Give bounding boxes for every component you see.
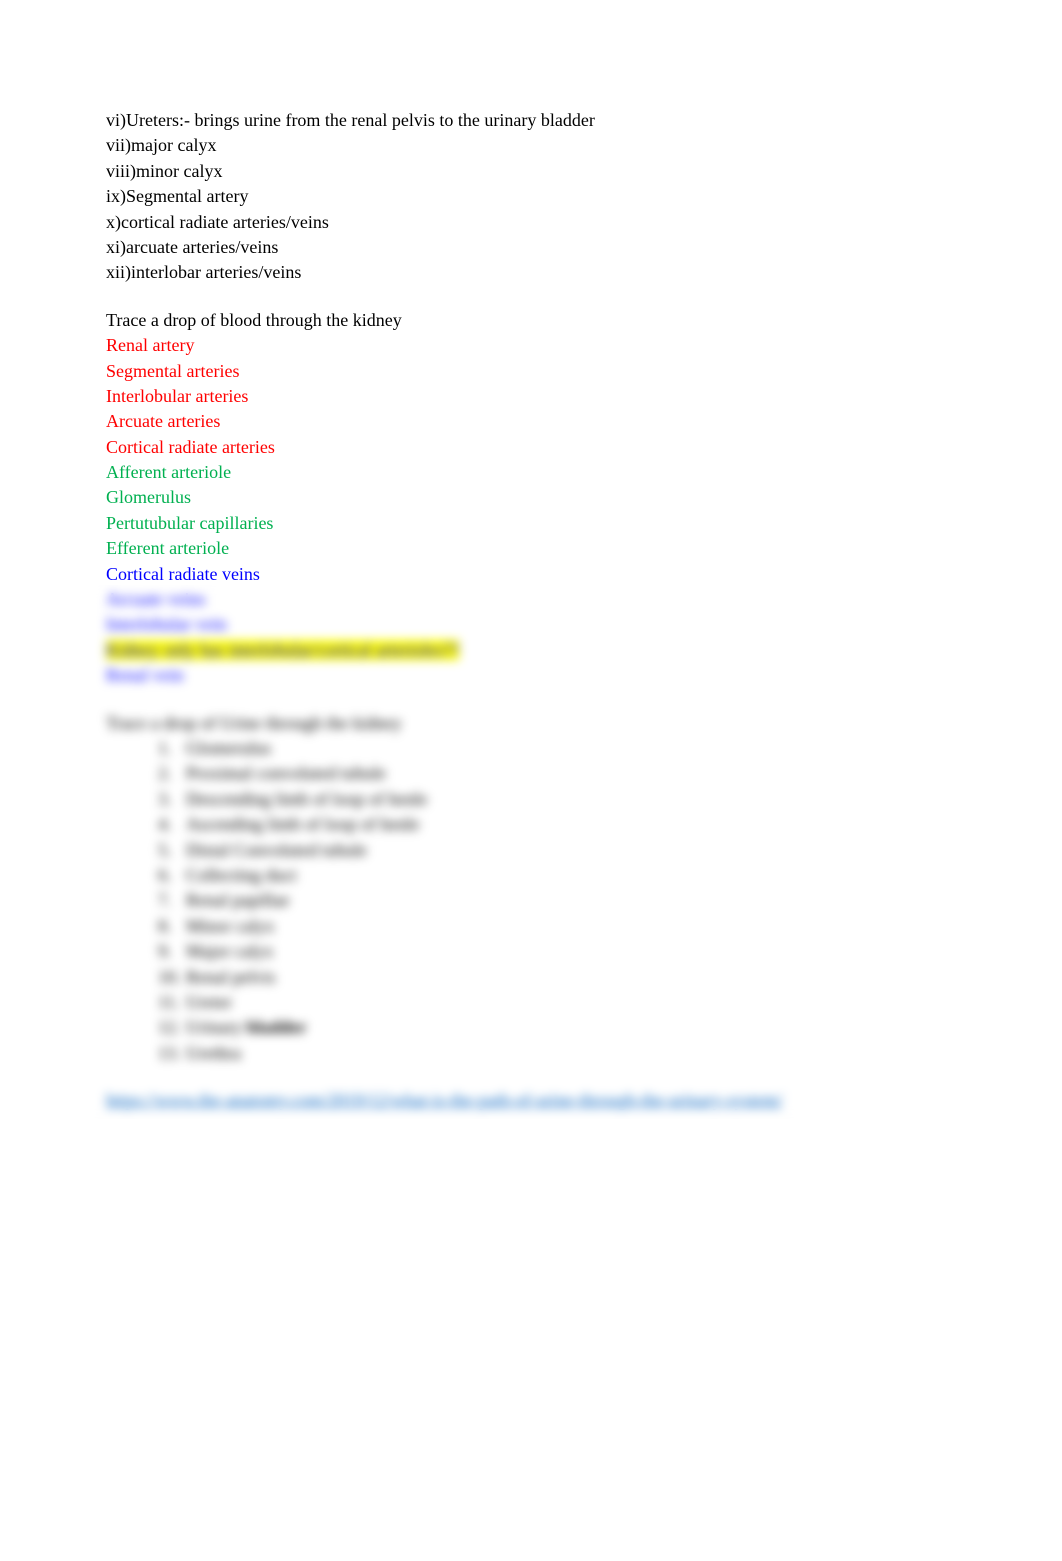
- list-item: x)cortical radiate arteries/veins: [106, 210, 956, 235]
- blood-path-item: Renal artery: [106, 333, 956, 358]
- blood-path-item: Efferent arteriole: [106, 536, 956, 561]
- blood-path-item: Pertutubular capillaries: [106, 511, 956, 536]
- urine-path-item: Ascending limb of loop of henle: [158, 812, 956, 837]
- urine-path-item: Collecting duct: [158, 863, 956, 888]
- blood-path-item: Arcuate veins: [106, 587, 956, 612]
- urine-path-item: Major calyx: [158, 939, 956, 964]
- urine-path-item: Ureter: [158, 990, 956, 1015]
- blood-path-item: Renal vein: [106, 663, 956, 688]
- list-item: vi)Ureters:- brings urine from the renal…: [106, 108, 956, 133]
- urine-path-item: Glomerulus: [158, 736, 956, 761]
- section-heading-urine: Trace a drop of Urine through the kidney: [106, 711, 956, 736]
- urine-path-item: Proximal convoluted tubule: [158, 761, 956, 786]
- link-text[interactable]: https://www.the-anatomy.com/2019/12/what…: [106, 1090, 783, 1110]
- blood-path-item: Arcuate arteries: [106, 409, 956, 434]
- blood-path-item: Cortical radiate arteries: [106, 435, 956, 460]
- urine-path-list: GlomerulusProximal convoluted tubuleDesc…: [106, 736, 956, 1066]
- spacer: [106, 286, 956, 308]
- list-item: vii)major calyx: [106, 133, 956, 158]
- spacer: [106, 1066, 956, 1088]
- list-item: xi)arcuate arteries/veins: [106, 235, 956, 260]
- urine-path-item: Urethra: [158, 1041, 956, 1066]
- blood-path-item: Segmental arteries: [106, 359, 956, 384]
- urine-path-item: Urinary bladder: [158, 1015, 956, 1040]
- blood-path-item: Afferent arteriole: [106, 460, 956, 485]
- blood-path-item: Interlobular vein: [106, 612, 956, 637]
- list-item: xii)interlobar arteries/veins: [106, 260, 956, 285]
- reference-link[interactable]: https://www.the-anatomy.com/2019/12/what…: [106, 1088, 956, 1113]
- blood-path-item: Interlobular arteries: [106, 384, 956, 409]
- urine-path-item: Descending limb of loop of henle: [158, 787, 956, 812]
- blood-path-item: Cortical radiate veins: [106, 562, 956, 587]
- blood-path-list: Renal arterySegmental arteriesInterlobul…: [106, 333, 956, 688]
- structure-list: vi)Ureters:- brings urine from the renal…: [106, 108, 956, 286]
- urine-path-item: Minor calyx: [158, 914, 956, 939]
- urine-path-item: Renal pelvis: [158, 965, 956, 990]
- urine-path-item: Distal Convoluted tubule: [158, 838, 956, 863]
- urine-path-item: Renal papillae: [158, 888, 956, 913]
- list-item: viii)minor calyx: [106, 159, 956, 184]
- section-heading-blood: Trace a drop of blood through the kidney: [106, 308, 956, 333]
- list-item: ix)Segmental artery: [106, 184, 956, 209]
- blood-path-item: Kidney only has interlobular/cortical ar…: [106, 638, 956, 663]
- spacer: [106, 689, 956, 711]
- blood-path-item: Glomerulus: [106, 485, 956, 510]
- document-page: vi)Ureters:- brings urine from the renal…: [0, 0, 1062, 1173]
